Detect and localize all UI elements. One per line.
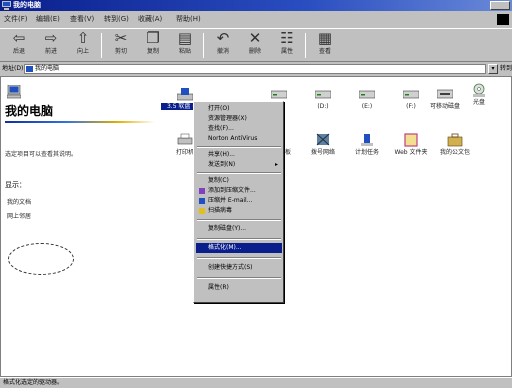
paste-button[interactable]: ▤ 粘贴 (168, 30, 202, 61)
winzip-icon (199, 188, 205, 194)
cut-icon: ✂ (114, 29, 128, 47)
menu-file[interactable]: 文件(F) (4, 14, 28, 24)
delete-button[interactable]: ✕ 删除 (238, 30, 272, 61)
up-icon: ⇧ (76, 29, 90, 47)
panel-divider (5, 121, 155, 123)
briefcase-icon (447, 133, 463, 147)
back-button[interactable]: ⇦ 后退 (2, 30, 36, 61)
cd-drive-icon (473, 83, 485, 97)
address-label: 地址(D) (2, 65, 24, 72)
copy-button[interactable]: ❐ 复制 (136, 30, 170, 61)
paste-icon: ▤ (177, 29, 193, 47)
cd-drive-icon-item[interactable]: 光盘 (455, 83, 503, 106)
address-input[interactable]: 我的电脑 (24, 64, 486, 74)
submenu-arrow-icon: ▸ (274, 161, 278, 168)
panel-link-network-neighborhood[interactable]: 网上邻居 (7, 213, 31, 221)
web-folders-icon-item[interactable]: Web 文件夹 (387, 133, 435, 156)
hard-drive-icon (315, 90, 331, 99)
undo-button[interactable]: ↶ 撤消 (206, 30, 240, 61)
status-text: 格式化选定的驱动器。 (3, 379, 64, 386)
menu-sharing[interactable]: 共享(H)... (196, 150, 282, 160)
address-bar: 地址(D) 我的电脑 ▾ 转到 (0, 63, 512, 75)
copy-icon: ❐ (146, 29, 160, 47)
menu-create-shortcut[interactable]: 创建快捷方式(S) (196, 263, 282, 273)
menu-help[interactable]: 帮助(H) (176, 14, 201, 24)
menu-find[interactable]: 查找(F)... (196, 124, 282, 134)
menu-zip-and-email[interactable]: 压缩并 E-mail... (196, 196, 282, 206)
annotation-circle (8, 243, 74, 275)
menu-edit[interactable]: 编辑(E) (36, 14, 60, 24)
menu-explore[interactable]: 资源管理器(X) (196, 114, 282, 124)
hard-drive-icon (403, 90, 419, 99)
web-view-panel: 我的电脑 选定项目可以查看其说明。 显示： 我的文档 网上邻居 (1, 77, 159, 376)
views-button[interactable]: ▦ 查看 (308, 30, 342, 61)
title-bar: 我的电脑 (0, 0, 512, 11)
properties-button[interactable]: ☷ 属性 (270, 30, 304, 61)
menu-separator (197, 238, 281, 240)
window-title: 我的电脑 (13, 1, 41, 9)
menu-view[interactable]: 查看(V) (70, 14, 94, 24)
up-button[interactable]: ⇧ 向上 (66, 30, 100, 61)
scheduled-tasks-icon (361, 134, 373, 146)
menu-separator (197, 257, 281, 259)
menu-separator (197, 277, 281, 279)
back-icon: ⇦ (12, 29, 26, 47)
menu-send-to[interactable]: 发送到(N) ▸ (196, 160, 282, 170)
delete-icon: ✕ (248, 29, 262, 47)
properties-icon: ☷ (280, 29, 294, 47)
menu-add-to-zip[interactable]: 添加到压缩文件... (196, 186, 282, 196)
drive-d-icon-item[interactable]: (D:) (299, 87, 347, 110)
address-value: 我的电脑 (35, 65, 60, 72)
briefcase-icon-item[interactable]: 我的公文包 (431, 133, 479, 156)
menu-properties[interactable]: 属性(R) (196, 283, 282, 293)
hard-drive-icon (359, 90, 375, 99)
context-menu: 打开(O) 资源管理器(X) 查找(F)... Norton AntiVirus… (193, 101, 284, 303)
panel-title: 我的电脑 (5, 104, 54, 118)
winzip-icon (199, 198, 205, 204)
computer-icon (7, 85, 21, 99)
panel-link-my-documents[interactable]: 我的文档 (7, 199, 31, 207)
panel-sub-heading: 显示： (5, 181, 26, 189)
hard-drive-icon (271, 90, 287, 99)
menu-norton-antivirus[interactable]: Norton AntiVirus (196, 134, 282, 144)
computer-icon (26, 66, 33, 72)
menu-go[interactable]: 转到(G) (104, 14, 129, 24)
toolbar: ⇦ 后退 ⇨ 前进 ⇧ 向上 ✂ 剪切 ❐ 复制 ▤ 粘贴 ↶ 撤消 ✕ 删除 … (0, 28, 512, 62)
cut-button[interactable]: ✂ 剪切 (104, 30, 138, 61)
forward-icon: ⇨ (44, 29, 58, 47)
menu-scan-virus[interactable]: 扫描病毒 (196, 206, 282, 216)
menu-open[interactable]: 打开(O) (196, 104, 282, 114)
menu-separator (197, 219, 281, 221)
drive-e-icon-item[interactable]: (E:) (343, 87, 391, 110)
undo-icon: ↶ (216, 29, 230, 47)
menu-bar: 文件(F) 编辑(E) 查看(V) 转到(G) 收藏(A) 帮助(H) (0, 12, 512, 26)
web-folder-icon (404, 133, 418, 147)
address-dropdown-button[interactable]: ▾ (488, 64, 498, 74)
panel-description: 选定项目可以查看其说明。 (5, 151, 78, 158)
removable-disk-icon (437, 89, 453, 99)
status-bar: 格式化选定的驱动器。 (0, 377, 512, 388)
printer-icon (177, 133, 193, 145)
menu-copy[interactable]: 复制(C) (196, 176, 282, 186)
menu-separator (197, 172, 281, 174)
views-icon: ▦ (317, 29, 333, 47)
scheduled-tasks-icon-item[interactable]: 计划任务 (343, 133, 391, 156)
dial-up-networking-icon-item[interactable]: 拨号网络 (299, 133, 347, 156)
antivirus-icon (199, 208, 205, 214)
go-button[interactable]: 转到 (500, 64, 512, 74)
window-controls[interactable] (490, 1, 510, 10)
menu-close-button[interactable] (497, 14, 509, 25)
menu-separator (197, 146, 281, 148)
menu-format[interactable]: 格式化(M)... (196, 243, 282, 253)
toolbar-separator (203, 33, 204, 58)
floppy-drive-icon (177, 88, 193, 101)
toolbar-separator (101, 33, 102, 58)
menu-copy-disk[interactable]: 复制磁盘(Y)... (196, 224, 282, 234)
menu-favorites[interactable]: 收藏(A) (138, 14, 162, 24)
forward-button[interactable]: ⇨ 前进 (34, 30, 68, 61)
dial-up-networking-icon (316, 133, 330, 146)
toolbar-separator (305, 33, 306, 58)
computer-icon (2, 1, 11, 10)
